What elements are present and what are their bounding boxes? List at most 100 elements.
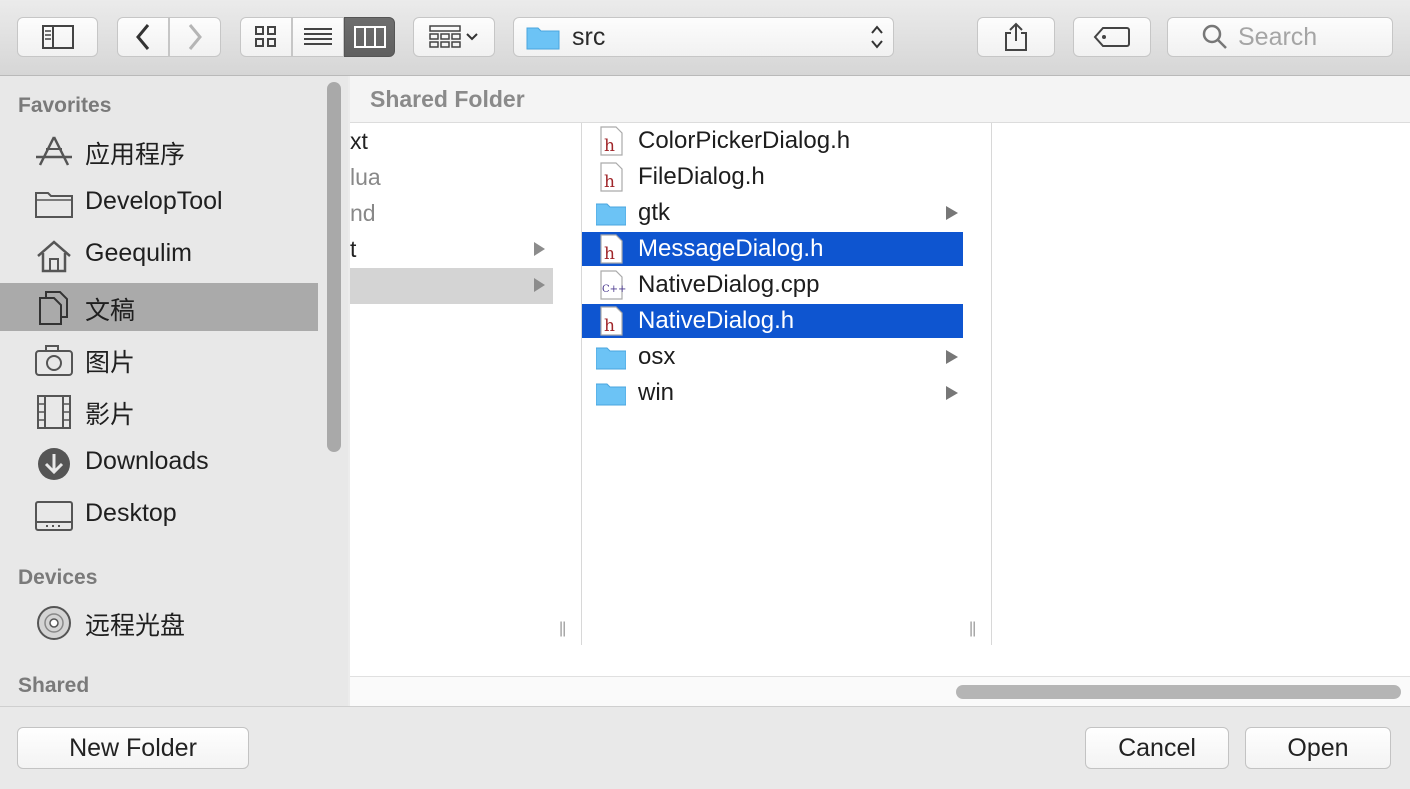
list-item-label: lua xyxy=(350,164,381,190)
sidebar-item-geequlim[interactable]: Geequlim xyxy=(0,231,318,279)
folder-icon xyxy=(596,347,626,370)
cancel-button[interactable]: Cancel xyxy=(1085,727,1229,769)
shared-header: Shared xyxy=(18,674,90,697)
downloads-icon xyxy=(38,448,70,480)
list-item-selected[interactable]: h NativeDialog.h xyxy=(582,304,963,338)
sidebar-item-applications[interactable]: 应用程序 xyxy=(0,127,318,175)
disc-icon xyxy=(37,606,71,640)
sidebar-item-label: DevelopTool xyxy=(85,187,223,215)
sidebar-item-downloads[interactable]: Downloads xyxy=(0,439,318,487)
list-item-label: xt xyxy=(350,128,368,154)
sidebar-item-movies[interactable]: 影片 xyxy=(0,387,318,435)
forward-button[interactable] xyxy=(169,17,221,57)
search-placeholder: Search xyxy=(1238,22,1318,51)
path-label: src xyxy=(572,22,606,51)
home-icon xyxy=(37,240,71,273)
header-file-icon: h xyxy=(600,306,623,336)
svg-text:C++: C++ xyxy=(602,284,626,295)
column-2: h ColorPickerDialog.h h FileDialog.h gtk… xyxy=(581,123,964,645)
list-item-label: FileDialog.h xyxy=(638,163,765,190)
list-item[interactable]: osx xyxy=(582,340,963,374)
sidebar-item-label: 应用程序 xyxy=(85,141,186,169)
sidebar-item-label: Geequlim xyxy=(85,239,192,267)
chevron-right-icon xyxy=(188,24,202,50)
list-item-label: NativeDialog.cpp xyxy=(638,271,820,298)
share-button[interactable] xyxy=(977,17,1055,57)
applications-icon xyxy=(36,136,72,166)
list-item-label: osx xyxy=(638,343,676,370)
tags-button[interactable] xyxy=(1073,17,1151,57)
list-item-selected[interactable]: h MessageDialog.h xyxy=(582,232,963,266)
sidebar-item-remote-disc[interactable]: 远程光盘 xyxy=(0,598,318,646)
sidebar-item-documents[interactable]: 文稿 xyxy=(0,283,318,331)
search-field[interactable]: Search xyxy=(1167,17,1393,57)
folder-icon xyxy=(35,192,73,218)
list-item[interactable]: xt xyxy=(350,124,553,160)
sidebar-item-label: 远程光盘 xyxy=(85,612,186,640)
grid-view-icon xyxy=(255,26,276,47)
disclosure-arrow-icon xyxy=(946,386,958,400)
browser-header: Shared Folder xyxy=(350,76,1410,123)
header-file-icon: h xyxy=(600,162,623,192)
back-button[interactable] xyxy=(117,17,169,57)
toggle-sidebar-button[interactable] xyxy=(17,17,98,57)
list-view-icon xyxy=(304,28,332,45)
sidebar-item-label: Desktop xyxy=(85,499,177,527)
column-2-gutter: || xyxy=(963,123,992,645)
bottom-bar: New Folder Cancel Open xyxy=(0,706,1410,789)
up-down-chevron-icon xyxy=(871,25,883,49)
desktop-icon xyxy=(35,501,73,531)
disclosure-arrow-icon xyxy=(534,242,545,256)
icon-view-button[interactable] xyxy=(240,17,292,57)
list-item[interactable]: win xyxy=(582,376,963,410)
arrange-menu-button[interactable] xyxy=(413,17,495,57)
list-item[interactable]: h FileDialog.h xyxy=(582,160,963,194)
disclosure-arrow-icon xyxy=(946,350,958,364)
sidebar: Favorites 应用程序 DevelopTool Geequlim 文稿 图… xyxy=(0,76,348,706)
documents-icon xyxy=(39,291,68,325)
share-icon xyxy=(1005,22,1027,51)
list-item[interactable]: t xyxy=(350,232,553,268)
arrange-icon xyxy=(429,25,478,48)
list-view-button[interactable] xyxy=(292,17,344,57)
disclosure-arrow-icon xyxy=(534,278,545,292)
list-item-label: win xyxy=(638,379,675,406)
favorites-header: Favorites xyxy=(18,94,112,117)
sidebar-item-desktop[interactable]: Desktop xyxy=(0,491,318,539)
sidebar-toggle-icon xyxy=(41,25,74,49)
list-item[interactable]: h ColorPickerDialog.h xyxy=(582,124,963,158)
svg-text:h: h xyxy=(604,136,615,156)
column-resize-handle[interactable]: || xyxy=(559,620,566,638)
sidebar-item-label: 图片 xyxy=(85,349,136,377)
devices-header: Devices xyxy=(18,566,98,589)
new-folder-button[interactable]: New Folder xyxy=(17,727,249,769)
sidebar-item-developtool[interactable]: DevelopTool xyxy=(0,179,318,227)
path-popup-button[interactable]: src xyxy=(513,17,894,57)
chevron-left-icon xyxy=(136,24,150,50)
sidebar-item-label: 影片 xyxy=(85,401,136,429)
svg-text:h: h xyxy=(604,172,615,192)
svg-text:h: h xyxy=(604,316,615,336)
column-view-button[interactable] xyxy=(344,17,395,57)
folder-icon xyxy=(596,203,626,226)
list-item[interactable]: gtk xyxy=(582,196,963,230)
list-item-label: nd xyxy=(350,200,376,226)
folder-icon xyxy=(596,383,626,406)
search-icon xyxy=(1202,24,1227,49)
sidebar-scrollbar[interactable] xyxy=(327,82,341,452)
header-file-icon: h xyxy=(600,126,623,156)
toolbar: src Search xyxy=(0,0,1410,76)
list-item-selected[interactable] xyxy=(350,268,553,304)
list-item[interactable]: lua xyxy=(350,160,553,196)
horizontal-scrollbar[interactable] xyxy=(956,685,1401,699)
list-item[interactable]: C++ NativeDialog.cpp xyxy=(582,268,963,302)
list-item[interactable]: nd xyxy=(350,196,553,232)
open-button[interactable]: Open xyxy=(1245,727,1391,769)
svg-text:h: h xyxy=(604,244,615,264)
list-item-label: MessageDialog.h xyxy=(638,235,824,262)
list-item-label: ColorPickerDialog.h xyxy=(638,127,851,154)
header-file-icon: h xyxy=(600,234,623,264)
sidebar-item-pictures[interactable]: 图片 xyxy=(0,335,318,383)
column-resize-handle[interactable]: || xyxy=(969,620,976,638)
column-view-icon xyxy=(353,26,386,48)
